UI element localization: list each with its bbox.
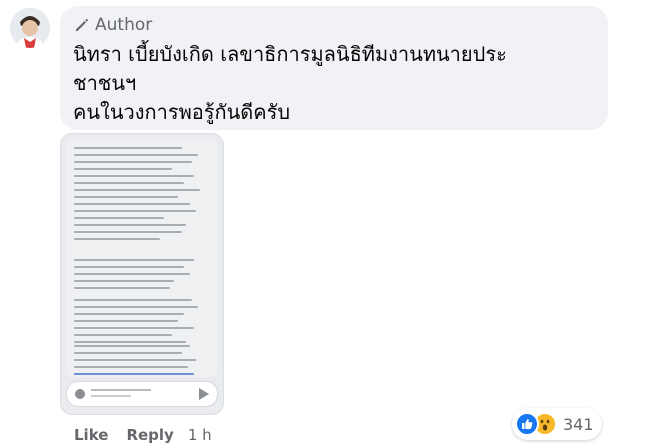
blurred-text-line: [74, 147, 182, 149]
like-button[interactable]: Like: [74, 426, 108, 444]
comment-line: คนในวงการพอรู้กันดีครับ: [73, 100, 291, 124]
comment-text: นิทรา เบี้ยบังเกิด เลขาธิการมูลนิธิทีมงา…: [73, 40, 593, 127]
screenshot-input-bar: [66, 381, 218, 407]
attached-screenshot[interactable]: [60, 133, 224, 415]
blurred-text-line: [74, 182, 184, 184]
blurred-text-line: [74, 161, 192, 163]
blurred-text-line: [74, 334, 172, 336]
blurred-text-line: [74, 238, 160, 240]
like-reaction-icon: [515, 412, 539, 436]
blurred-text-line: [74, 217, 164, 219]
blurred-text-line: [74, 341, 186, 343]
blurred-text-line: [74, 327, 194, 329]
blurred-text-line: [74, 306, 198, 308]
blurred-text-line: [74, 280, 174, 282]
blurred-link-line: [74, 373, 194, 375]
blurred-text-line: [74, 189, 200, 191]
blurred-text-line: [74, 210, 196, 212]
author-badge: Author: [74, 15, 152, 35]
avatar-image: [10, 8, 50, 48]
blurred-text-line: [74, 366, 188, 368]
author-avatar[interactable]: [10, 8, 50, 48]
blurred-text-line: [74, 196, 178, 198]
blurred-text-line: [74, 287, 170, 289]
blurred-text-line: [74, 320, 178, 322]
comment-line: นิทรา เบี้ยบังเกิด เลขาธิการมูลนิธิทีมงา…: [73, 42, 507, 66]
comment-line: ชาชนฯ: [73, 71, 137, 95]
reply-button[interactable]: Reply: [126, 426, 173, 444]
pencil-icon: [76, 18, 89, 31]
blurred-text-line: [74, 266, 184, 268]
blurred-text-line: [74, 203, 190, 205]
placeholder-line: [91, 395, 131, 397]
blurred-text-line: [74, 352, 182, 354]
send-icon: [199, 388, 209, 400]
blurred-text-line: [74, 259, 194, 261]
blurred-text-line: [74, 273, 190, 275]
comment-actions: Like Reply 1 h: [74, 426, 212, 444]
blurred-text-line: [74, 345, 190, 347]
author-badge-label: Author: [95, 15, 153, 35]
comment-bubble: Author นิทรา เบี้ยบังเกิด เลขาธิการมูลนิ…: [60, 6, 608, 130]
blurred-text-line: [74, 175, 194, 177]
blurred-text-line: [74, 231, 182, 233]
comment-timestamp[interactable]: 1 h: [188, 426, 212, 444]
reactions-summary[interactable]: 341: [512, 408, 602, 440]
screenshot-message-body: [66, 139, 218, 377]
placeholder-line: [91, 389, 151, 391]
camera-icon: [75, 389, 85, 399]
blurred-text-line: [74, 224, 186, 226]
blurred-text-line: [74, 168, 172, 170]
blurred-text-line: [74, 154, 198, 156]
blurred-text-line: [74, 313, 184, 315]
reaction-count: 341: [563, 414, 594, 434]
blurred-text-line: [74, 299, 192, 301]
blurred-text-line: [74, 359, 196, 361]
